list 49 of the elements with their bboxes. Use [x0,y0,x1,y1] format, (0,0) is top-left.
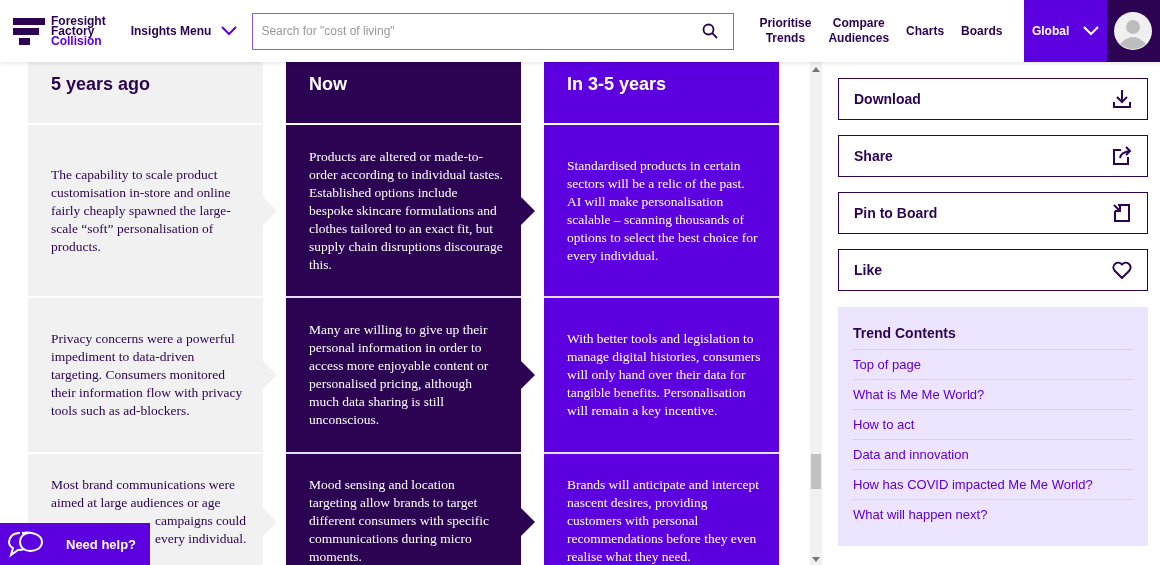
help-button[interactable]: Need help? [0,523,150,565]
contents-link[interactable]: What will happen next? [853,500,1133,529]
chevron-down-icon [221,26,238,36]
search-field[interactable]: Search for "cost of living" [252,12,735,50]
cell-text: Products are altered or made-to-order according to individual tastes. Established options include bespoke skincare formulations and clothes tailored to an exact fit, but supply chain disruptions discourage this. [309,147,503,274]
contents-title: Trend Contents [853,325,1133,350]
cell-text: Many are willing to give up their personal information in order to access more enjoyable content or personalised pricing, although much data sharing is still unconscious. [309,321,490,429]
nav-link[interactable]: Compare Audiences [828,16,890,46]
pin-icon [1112,203,1132,223]
cell-text: Privacy concerns were a powerful impediment to data-driven targeting. Consumers monitored their information flow with privacy tools such as ad-blockers. [51,330,244,420]
action-button[interactable]: Share [838,135,1148,177]
contents-link[interactable]: How has COVID impacted Me Me World? [853,470,1133,500]
action-button[interactable]: Download [838,78,1148,120]
cell-text: Brands will anticipate and intercept nascent desires, providing customers with personal recommendations before they even realise what they need. [567,476,760,565]
cell-text: every individual. [155,530,247,548]
nav-link[interactable]: Boards [961,23,1003,39]
cell-text: campaigns could [155,512,247,530]
logo-text: Factory [51,26,95,36]
contents-link[interactable]: What is Me Me World? [853,380,1133,410]
nav-link[interactable]: Prioritise Trends [759,16,812,46]
nav-link[interactable]: Charts [906,23,945,39]
logo-text: Foresight [51,16,106,26]
action-button[interactable]: Pin to Board [838,192,1148,234]
column-header: 5 years ago [28,62,263,125]
avatar-icon[interactable] [1114,12,1153,50]
download-icon [1112,89,1132,109]
region-dropdown[interactable]: Global [1024,0,1107,62]
contents-link[interactable]: Top of page [853,350,1133,380]
share-icon [1112,146,1132,166]
logo-text: Collision [51,36,103,46]
column-header: Now [286,62,521,125]
scroll-down-icon[interactable] [812,557,820,562]
chat-icon [8,530,44,558]
search-icon[interactable] [702,22,719,39]
chevron-down-icon [1083,26,1100,36]
cell-text: Mood sensing and location targeting allow brands to target different consumers with specific communications during micro moments. [309,476,491,565]
action-button[interactable]: Like [838,249,1148,291]
insights-menu[interactable]: Insights Menu [130,24,238,38]
cell-text: Standardised products in certain sectors will be a relic of the past. AI will make personalisation scalable – scanning thousands of options to select the best choice for every individual. [567,156,759,265]
scrollbar[interactable] [810,62,822,565]
logo-icon [13,17,45,45]
cell-text: With better tools and legislation to manage digital histories, consumers will only hand over their data for tangible benefits. Personalisation will remain a key incentive. [567,330,761,420]
heart-icon [1112,261,1132,279]
contents-link[interactable]: Data and innovation [853,440,1133,470]
column-header: In 3-5 years [544,62,779,125]
scroll-up-icon[interactable] [812,67,820,72]
cell-text: The capability to scale product customisation in-store and online fairly cheaply spawned the large-scale “soft” personalisation of products. [51,165,232,256]
scrollbar-thumb[interactable] [811,454,821,489]
contents-link[interactable]: How to act [853,410,1133,440]
